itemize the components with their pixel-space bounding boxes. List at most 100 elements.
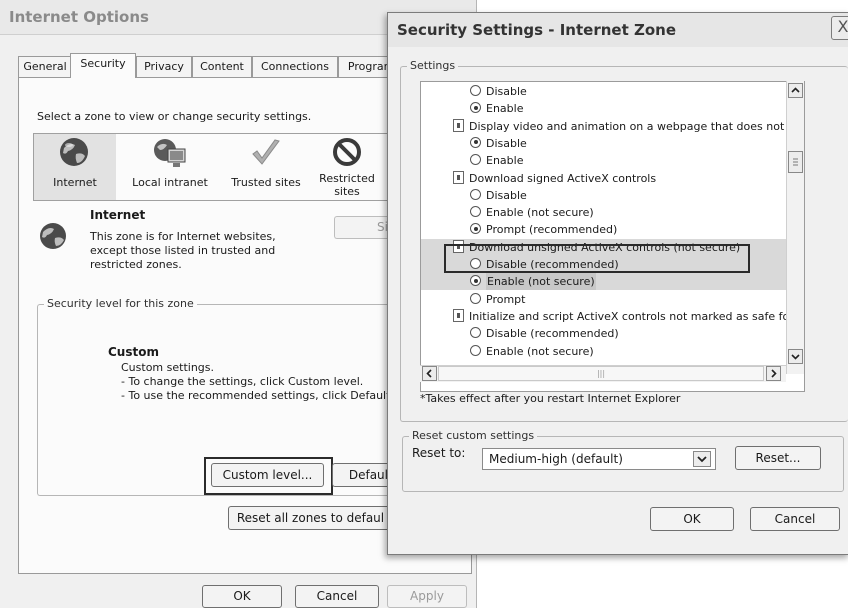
radio-unchecked-icon[interactable] — [470, 327, 481, 339]
dropdown-arrow-button[interactable] — [693, 451, 711, 467]
reset-custom-settings-legend: Reset custom settings — [409, 429, 538, 442]
security-level-line2: - To change the settings, click Custom l… — [121, 375, 364, 388]
chevron-up-icon — [791, 87, 800, 93]
reset-to-dropdown[interactable]: Medium-high (default) — [482, 448, 716, 470]
io-apply-button[interactable]: Apply — [387, 585, 467, 608]
radio-checked-icon[interactable] — [470, 102, 481, 114]
tab-privacy[interactable]: Privacy — [136, 56, 192, 77]
setting-option[interactable]: Disable (recommended) — [421, 325, 787, 342]
setting-header[interactable]: Download signed ActiveX controls — [421, 170, 787, 187]
setting-label: Enable (not secure) — [486, 273, 596, 291]
zone-restricted-sites[interactable]: Restricted sites — [310, 134, 384, 200]
zone-local-intranet-label: Local intranet — [132, 176, 208, 189]
radio-checked-icon[interactable] — [470, 223, 481, 235]
setting-option[interactable]: Enable (not secure) — [421, 343, 787, 360]
tab-content[interactable]: Content — [192, 56, 252, 77]
zone-internet-label: Internet — [53, 176, 97, 189]
setting-option[interactable]: Enable (not secure) — [421, 204, 787, 221]
zone-info-heading: Internet — [90, 208, 146, 222]
setting-document-icon — [453, 170, 464, 184]
radio-checked-icon[interactable] — [470, 136, 481, 148]
sites-button[interactable]: Si — [334, 216, 394, 239]
setting-label: Enable — [486, 154, 524, 168]
custom-level-button[interactable]: Custom level... — [211, 463, 324, 487]
checkmark-icon — [252, 139, 280, 165]
zone-info-description: This zone is for Internet websites, exce… — [90, 230, 276, 271]
zone-restricted-sites-label: Restricted sites — [319, 172, 375, 198]
setting-option[interactable]: Prompt — [421, 291, 787, 308]
setting-label: Disable — [486, 136, 527, 150]
setting-label: Initialize and script ActiveX controls n… — [469, 309, 803, 323]
security-settings-titlebar[interactable]: Security Settings - Internet Zone X — [388, 13, 848, 47]
setting-header[interactable]: Display video and animation on a webpage… — [421, 118, 804, 135]
scroll-down-button[interactable] — [788, 349, 803, 364]
horizontal-scroll-thumb[interactable]: ||| — [438, 366, 764, 381]
setting-label: Prompt — [486, 292, 526, 306]
zone-trusted-sites-label: Trusted sites — [231, 176, 301, 189]
zone-local-intranet[interactable]: Local intranet — [118, 134, 222, 200]
ss-cancel-button[interactable]: Cancel — [750, 507, 840, 531]
zone-info-globe-icon — [40, 223, 66, 249]
io-ok-button[interactable]: OK — [202, 585, 282, 608]
setting-option[interactable]: Enable (not secure) — [421, 273, 787, 291]
horizontal-scrollbar[interactable]: ||| — [420, 365, 786, 382]
setting-option[interactable]: Enable — [421, 100, 787, 117]
security-settings-title: Security Settings - Internet Zone — [397, 21, 677, 39]
reset-to-value: Medium-high (default) — [489, 452, 623, 466]
setting-label: Disable (recommended) — [486, 327, 619, 341]
settings-list[interactable]: Disable Enable Display video and animation… — [420, 81, 805, 392]
setting-label: Disable — [486, 85, 527, 98]
setting-label: Disable — [486, 188, 527, 202]
setting-label: Enable (not secure) — [486, 206, 594, 220]
setting-label: Display video and animation on a webpage… — [469, 119, 805, 133]
default-level-button[interactable]: Defaul — [332, 463, 392, 487]
restricted-icon — [333, 138, 361, 166]
chevron-down-icon — [791, 354, 800, 360]
close-icon[interactable]: X — [831, 16, 848, 40]
grip-icon — [793, 158, 798, 166]
radio-checked-icon[interactable] — [470, 275, 481, 287]
scroll-right-button[interactable] — [766, 366, 781, 381]
vertical-scrollbar[interactable] — [786, 81, 804, 374]
zone-internet[interactable]: Internet — [34, 134, 116, 200]
reset-to-label: Reset to: — [412, 446, 466, 460]
security-level-legend: Security level for this zone — [44, 297, 197, 310]
chevron-right-icon — [771, 369, 777, 378]
tab-security[interactable]: Security — [70, 53, 136, 78]
setting-option[interactable]: Disable — [421, 187, 787, 204]
setting-header[interactable]: Initialize and script ActiveX controls n… — [421, 308, 803, 325]
io-cancel-button[interactable]: Cancel — [295, 585, 379, 608]
radio-unchecked-icon[interactable] — [470, 85, 481, 96]
radio-unchecked-icon[interactable] — [470, 188, 481, 200]
setting-option[interactable]: Prompt (recommended) — [421, 221, 787, 238]
tab-general[interactable]: General — [18, 56, 72, 77]
zone-trusted-sites[interactable]: Trusted sites — [222, 134, 310, 200]
restart-footnote: *Takes effect after you restart Internet… — [420, 392, 681, 405]
security-level-heading: Custom — [108, 345, 159, 359]
select-zone-instruction: Select a zone to view or change security… — [37, 110, 312, 123]
radio-unchecked-icon[interactable] — [470, 206, 481, 218]
reset-button[interactable]: Reset... — [735, 446, 821, 470]
setting-option[interactable]: Disable — [421, 83, 787, 100]
setting-option[interactable]: Enable — [421, 152, 787, 169]
scroll-thumb[interactable] — [788, 151, 803, 173]
setting-option[interactable]: Disable — [421, 135, 787, 152]
setting-label: Download signed ActiveX controls — [469, 171, 657, 185]
setting-document-icon — [453, 308, 464, 322]
ss-ok-button[interactable]: OK — [650, 507, 734, 531]
settings-legend: Settings — [407, 59, 459, 72]
setting-label: Enable (not secure) — [486, 344, 594, 358]
reset-all-zones-button[interactable]: Reset all zones to defaul — [228, 506, 392, 530]
globe-icon — [60, 138, 88, 166]
setting-document-icon — [453, 118, 464, 132]
radio-unchecked-icon[interactable] — [470, 344, 481, 356]
radio-unchecked-icon[interactable] — [470, 154, 481, 166]
radio-unchecked-icon[interactable] — [470, 292, 481, 304]
security-level-line3: - To use the recommended settings, click… — [121, 389, 387, 402]
chevron-down-icon — [697, 456, 707, 463]
tab-connections[interactable]: Connections — [252, 56, 338, 77]
scroll-up-button[interactable] — [788, 83, 803, 98]
chevron-left-icon — [426, 369, 432, 378]
scroll-left-button[interactable] — [422, 366, 437, 381]
unsigned-activex-highlight — [444, 244, 750, 273]
